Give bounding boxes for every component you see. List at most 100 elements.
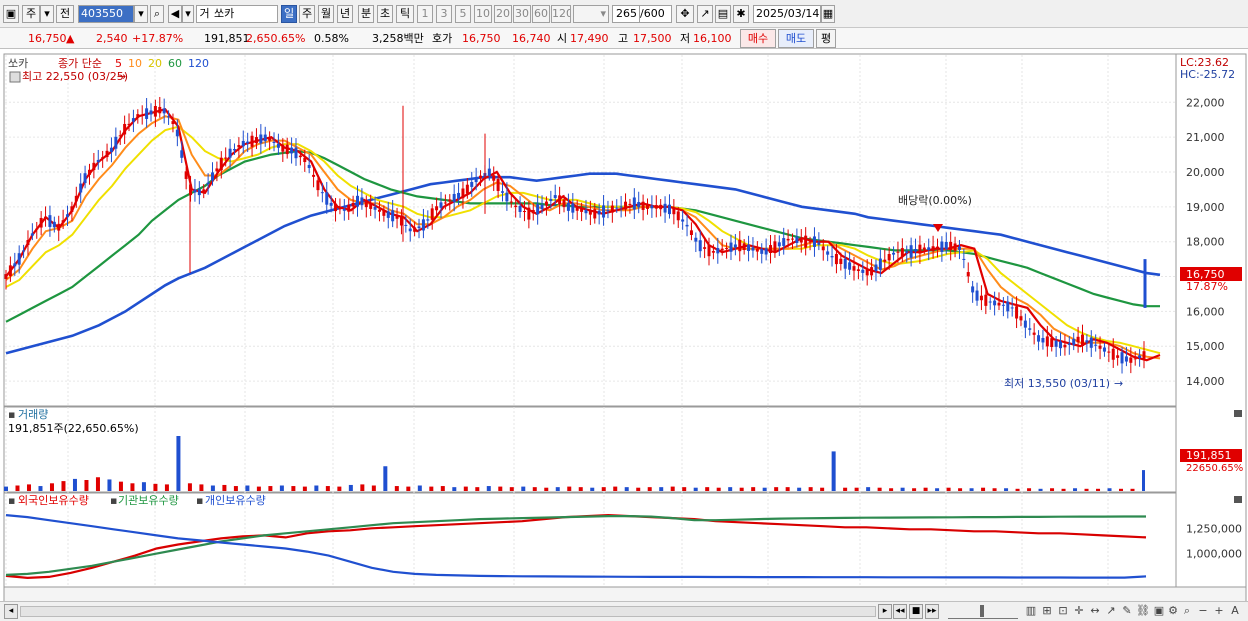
candle-body	[1142, 351, 1146, 359]
volume-bar	[785, 487, 790, 491]
volume-bar	[613, 486, 618, 491]
stop-button[interactable]: ■	[909, 604, 923, 619]
zoom-icon[interactable]: ⊡	[1056, 604, 1070, 617]
trend-icon[interactable]: ↗	[1104, 604, 1118, 617]
volume-bar	[118, 481, 123, 491]
period-week[interactable]: 주	[299, 5, 315, 23]
period-year[interactable]: 년	[337, 5, 353, 23]
chevron-down-icon[interactable]: ▾	[182, 5, 194, 23]
crosshair-icon[interactable]: ✛	[1072, 604, 1086, 617]
holdings-pane-close-icon[interactable]	[1234, 496, 1242, 503]
calendar-icon[interactable]: ▦	[821, 5, 835, 23]
sell-button[interactable]: 매도	[778, 29, 814, 48]
interval-1[interactable]: 1	[417, 5, 433, 23]
interval-30[interactable]: 30	[513, 5, 531, 23]
period-tick[interactable]: 틱	[396, 5, 414, 23]
speaker-icon[interactable]: ◀	[168, 5, 182, 23]
fit-icon[interactable]: ⊞	[1040, 604, 1054, 617]
candle-body	[505, 192, 509, 202]
candle-body	[105, 150, 109, 158]
legend-ma5: 5	[115, 57, 122, 70]
prev-button[interactable]: 전	[56, 5, 74, 23]
candle-body	[575, 207, 579, 211]
rewind-button[interactable]: ◂◂	[893, 604, 907, 619]
price-change-pct: +17.87%	[132, 32, 184, 45]
chevron-down-icon[interactable]: ▾	[134, 5, 148, 23]
volume-pane-close-icon[interactable]	[1234, 410, 1242, 417]
scroll-right-button[interactable]: ▸	[878, 604, 892, 619]
volume-bar	[49, 483, 54, 491]
eval-button[interactable]: 평	[816, 29, 836, 48]
candle-body	[430, 208, 434, 220]
volume-bar	[498, 486, 503, 491]
scrollbar-track[interactable]	[20, 606, 876, 617]
candle-body	[804, 235, 808, 248]
open-price: 17,490	[570, 32, 609, 45]
settings-icon[interactable]: ⚙	[1166, 604, 1180, 617]
candle-body	[782, 238, 786, 246]
candle-body	[527, 207, 531, 220]
interval-dropdown[interactable]: ▾	[573, 5, 609, 23]
candle-body	[689, 230, 693, 235]
stock-code-input[interactable]: 403550	[78, 5, 134, 23]
interval-20[interactable]: 20	[494, 5, 512, 23]
candle-body	[17, 253, 21, 265]
interval-5[interactable]: 5	[455, 5, 471, 23]
period-month[interactable]: 월	[318, 5, 334, 23]
interval-3[interactable]: 3	[436, 5, 452, 23]
fast-forward-button[interactable]: ▸▸	[925, 604, 939, 619]
link-icon[interactable]: ⛓	[1136, 604, 1150, 617]
save-icon[interactable]: ▤	[715, 5, 731, 23]
period-day[interactable]: 일	[281, 5, 297, 23]
chart-type-icon[interactable]: ▥	[1024, 604, 1038, 617]
chevron-down-icon[interactable]: ▾	[40, 5, 54, 23]
gear-icon[interactable]: ✱	[733, 5, 749, 23]
volume-bar	[348, 484, 353, 491]
volume-bar	[360, 484, 365, 491]
layout-icon[interactable]: ▣	[3, 5, 19, 23]
candle-body	[720, 248, 724, 251]
candle-body	[922, 247, 926, 250]
zoom-in-icon[interactable]: +	[1212, 604, 1226, 617]
candle-body	[940, 241, 944, 252]
candle-body	[44, 216, 48, 219]
calc-icon[interactable]	[9, 71, 21, 83]
interval-120[interactable]: 120	[551, 5, 571, 23]
candle-body	[1015, 306, 1019, 319]
chart-area[interactable]: 22,00021,00020,00019,00018,00017,00016,0…	[0, 49, 1248, 607]
volume-bar	[739, 487, 744, 491]
market-select[interactable]: 주	[22, 5, 40, 23]
image-icon[interactable]: ▣	[1152, 604, 1166, 617]
pencil-icon[interactable]: ✎	[1120, 604, 1134, 617]
search-icon[interactable]: ⌕	[150, 5, 164, 23]
zoom-out-icon[interactable]: −	[1196, 604, 1210, 617]
zoom-slider-thumb[interactable]	[980, 605, 984, 617]
stock-name[interactable]: 쏘카	[212, 5, 278, 23]
candle-body	[593, 209, 597, 219]
candle-body	[171, 121, 175, 125]
candle-body	[184, 171, 188, 179]
candle-body	[562, 199, 566, 208]
interval-10[interactable]: 10	[474, 5, 492, 23]
draw-line-icon[interactable]: ↗	[697, 5, 713, 23]
scroll-left-button[interactable]: ◂	[4, 604, 18, 619]
volume-bar	[153, 483, 158, 491]
ruler-icon[interactable]: ↔	[1088, 604, 1102, 617]
candle-body	[1006, 301, 1010, 312]
period-second[interactable]: 초	[377, 5, 393, 23]
period-minute[interactable]: 분	[358, 5, 374, 23]
volume-bar	[15, 485, 20, 491]
candle-body	[87, 169, 91, 175]
crosshair-icon[interactable]: ✥	[676, 5, 694, 23]
buy-button[interactable]: 매수	[740, 29, 776, 48]
volume-bar	[302, 486, 307, 491]
font-size-icon[interactable]: A	[1228, 604, 1242, 617]
interval-60[interactable]: 60	[532, 5, 550, 23]
volume-bar	[958, 488, 963, 491]
search-icon[interactable]: ⌕	[1180, 604, 1194, 618]
date-input[interactable]: 2025/03/14	[753, 5, 821, 23]
count-input[interactable]: 265	[612, 5, 640, 23]
candle-body	[1028, 328, 1032, 330]
candle-body	[501, 191, 505, 193]
candle-body	[650, 205, 654, 209]
